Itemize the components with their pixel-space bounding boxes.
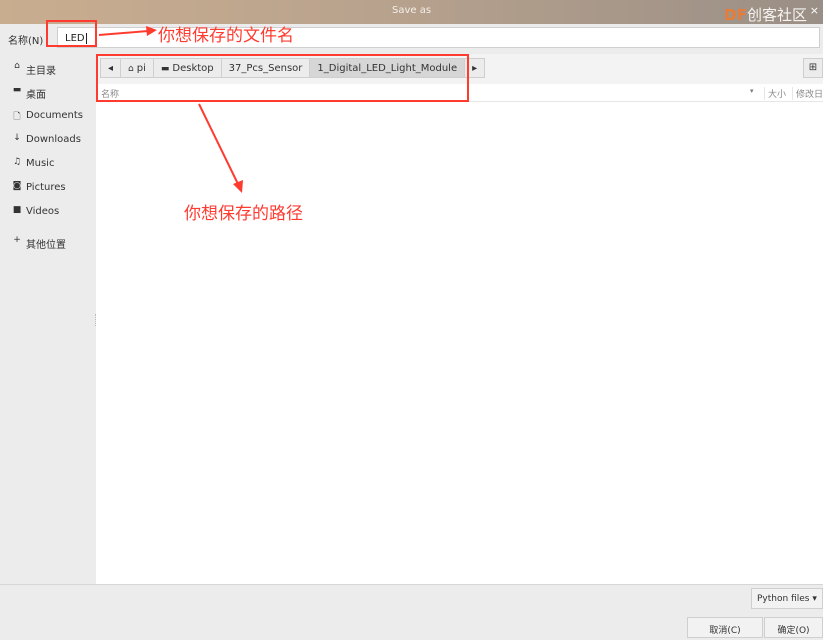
column-modified[interactable]: 修改日 [792, 87, 823, 100]
title-bar: Save as DF创客社区 × [0, 0, 823, 24]
column-size[interactable]: 大小 [764, 87, 786, 100]
close-icon[interactable]: × [810, 4, 819, 17]
sidebar-item-label: Music [26, 158, 55, 169]
sidebar-item-desktop[interactable]: ▬ 桌面 [0, 82, 96, 102]
places-sidebar: ⌂ 主目录 ▬ 桌面 🗋 Documents ↓ Downloads ♫ Music ◙ P… [0, 54, 96, 584]
sidebar-item-label: 其他位置 [26, 240, 66, 251]
new-folder-button[interactable]: ⊞ [803, 58, 823, 78]
annotation-filename-text: 你想保存的文件名 [158, 26, 294, 46]
annotation-path-box [96, 54, 469, 102]
home-icon: ⌂ [14, 61, 20, 71]
document-icon: 🗋 [13, 112, 21, 122]
sidebar-item-downloads[interactable]: ↓ Downloads [0, 130, 96, 150]
sidebar-item-label: Videos [26, 206, 60, 217]
sort-arrow-icon[interactable]: ▾ [750, 87, 754, 95]
file-type-filter[interactable]: Python files ▾ [751, 588, 823, 609]
download-icon: ↓ [13, 133, 21, 143]
folder-icon: ▬ [12, 85, 22, 95]
sidebar-item-documents[interactable]: 🗋 Documents [0, 106, 96, 126]
new-folder-icon: ⊞ [808, 62, 818, 73]
camera-icon: ◙ [12, 181, 22, 191]
sidebar-item-music[interactable]: ♫ Music [0, 154, 96, 174]
sidebar-item-other-locations[interactable]: + 其他位置 [0, 232, 96, 252]
annotation-filename-box [46, 20, 97, 47]
watermark-logo: DF创客社区 [724, 6, 807, 24]
sidebar-item-label: Documents [26, 110, 84, 121]
video-icon: ■ [12, 205, 22, 215]
window-title: Save as [391, 5, 432, 16]
file-list-area[interactable] [96, 84, 823, 584]
sidebar-item-home[interactable]: ⌂ 主目录 [0, 58, 96, 78]
annotation-path-text: 你想保存的路径 [184, 204, 303, 224]
cancel-button[interactable]: 取消(C) [687, 617, 763, 638]
plus-icon: + [13, 235, 21, 245]
music-icon: ♫ [12, 157, 22, 167]
sidebar-item-label: Pictures [26, 182, 66, 193]
sidebar-item-pictures[interactable]: ◙ Pictures [0, 178, 96, 198]
sidebar-item-label: Downloads [26, 134, 81, 145]
filename-label: 名称(N) [8, 36, 44, 47]
sidebar-item-videos[interactable]: ■ Videos [0, 202, 96, 222]
ok-button[interactable]: 确定(O) [764, 617, 823, 638]
filename-row: 名称(N) LED [0, 24, 823, 54]
sidebar-item-label: 桌面 [26, 90, 46, 101]
sidebar-item-label: 主目录 [26, 66, 56, 77]
